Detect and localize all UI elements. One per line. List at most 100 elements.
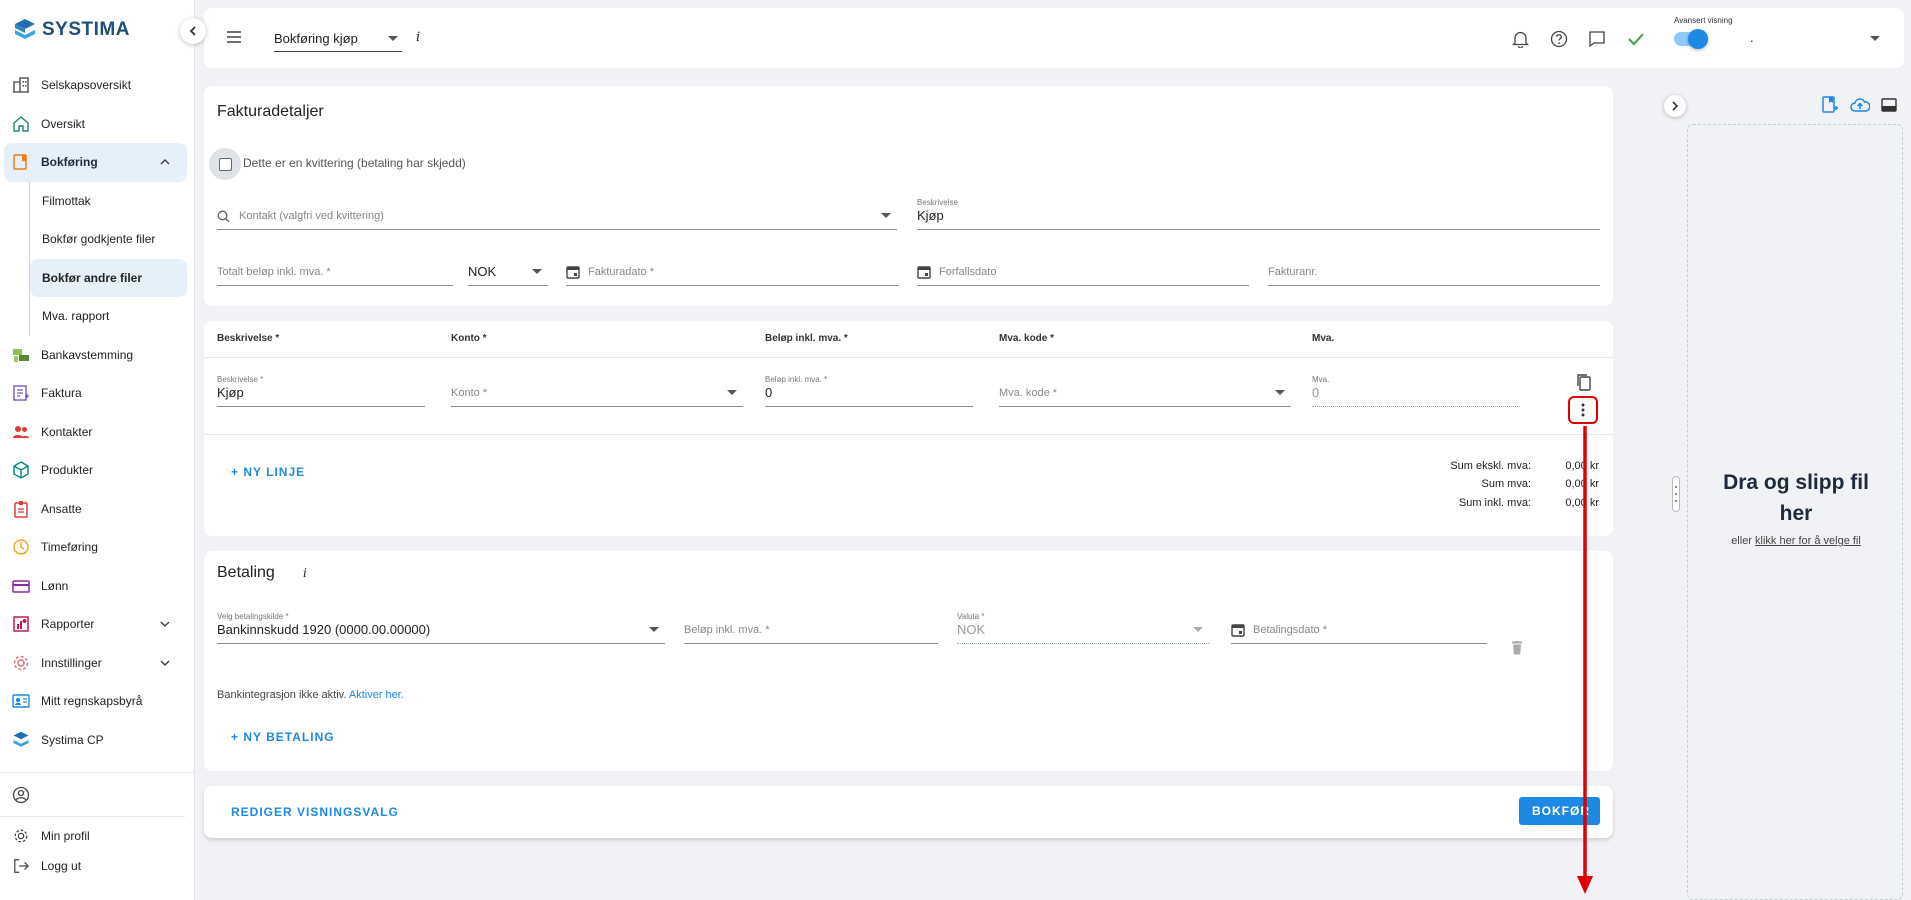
bell-icon[interactable]: [1512, 30, 1529, 48]
invoice-date-field[interactable]: Fakturadato *: [566, 252, 899, 286]
panel-layout-icon[interactable]: [1881, 98, 1897, 112]
new-payment-button[interactable]: + NY BETALING: [231, 730, 335, 744]
line-vat-code-select[interactable]: Mva. kode *: [999, 373, 1291, 407]
payment-date-field[interactable]: Betalingsdato *: [1231, 610, 1487, 644]
description-value: Kjøp: [917, 208, 944, 223]
receipt-checkbox-label[interactable]: Dette er en kvittering (betaling har skj…: [243, 156, 466, 170]
sidebar-item-oversikt[interactable]: Oversikt: [0, 105, 195, 144]
description-field[interactable]: Beskrivelse Kjøp: [917, 196, 1600, 230]
box-icon: [12, 461, 30, 480]
sidebar-item-label: Faktura: [41, 386, 82, 401]
sum-vat-label: Sum mva:: [1481, 478, 1531, 490]
line-description-field[interactable]: Beskrivelse * Kjøp: [217, 373, 425, 407]
payment-date-placeholder: Betalingsdato *: [1253, 624, 1327, 636]
sidebar-item-systima-cp[interactable]: Systima CP: [0, 721, 195, 760]
line-amount-field[interactable]: Beløp inkl. mva. * 0: [765, 373, 973, 407]
sidebar-subitem-bokfor-godkjente[interactable]: Bokfør godkjente filer: [0, 220, 195, 259]
calendar-icon: [917, 265, 931, 279]
sidebar-subitem-mva-rapport[interactable]: Mva. rapport: [0, 297, 195, 336]
payment-amount-field[interactable]: Beløp inkl. mva. *: [684, 610, 938, 644]
sidebar-item-label: Systima CP: [41, 732, 104, 747]
calendar-icon: [1231, 623, 1245, 637]
invoice-number-field[interactable]: Fakturanr.: [1268, 252, 1600, 286]
card-icon: [12, 577, 30, 595]
sidebar-item-mitt-regnskapsbyra[interactable]: Mitt regnskapsbyrå: [0, 682, 195, 721]
footer-card: REDIGER VISNINGSVALG BOKFØR: [204, 786, 1613, 838]
chevron-down-icon: [159, 618, 171, 630]
sidebar-item-produkter[interactable]: Produkter: [0, 451, 195, 490]
receipt-checkbox-ripple[interactable]: [209, 148, 241, 180]
invoice-icon: [12, 384, 30, 402]
currency-select[interactable]: NOK: [468, 252, 548, 286]
payment-source-value: Bankinnskudd 1920 (0000.00.00000): [217, 622, 431, 637]
payment-card: Betaling i Velg betalingskilde * Bankinn…: [204, 551, 1613, 771]
logout-link[interactable]: Logg ut: [0, 851, 195, 881]
sidebar-item-innstillinger[interactable]: Innstillinger: [0, 644, 195, 683]
dropdown-arrow-icon: [1870, 36, 1880, 42]
bank-integration-note: Bankintegrasjon ikke aktiv. Aktiver her.: [217, 689, 404, 701]
page-type-value: Bokføring kjøp: [274, 31, 358, 46]
line-account-select[interactable]: Konto *: [451, 373, 743, 407]
sum-incl-vat-label: Sum inkl. mva:: [1458, 497, 1531, 509]
invoice-lines-card: Beskrivelse * Konto * Beløp inkl. mva. *…: [204, 321, 1613, 536]
sidebar-item-bokforing[interactable]: Bokføring: [4, 143, 187, 182]
chat-icon[interactable]: [1588, 30, 1606, 48]
trash-icon[interactable]: [1511, 641, 1523, 655]
payment-source-select[interactable]: Velg betalingskilde * Bankinnskudd 1920 …: [217, 610, 665, 644]
sidebar-item-kontakter[interactable]: Kontakter: [0, 413, 195, 452]
menu-icon[interactable]: [226, 30, 242, 44]
choose-file-link[interactable]: klikk her for å velge fil: [1755, 535, 1861, 547]
copy-icon[interactable]: [1575, 373, 1591, 391]
user-circle-icon: [12, 786, 30, 804]
help-icon[interactable]: [1550, 30, 1568, 48]
add-document-icon[interactable]: [1822, 96, 1838, 114]
sidebar-item-rapporter[interactable]: Rapporter: [0, 605, 195, 644]
logo[interactable]: SYSTIMA: [14, 18, 130, 42]
gear-icon: [12, 654, 30, 672]
payment-currency-value: NOK: [957, 622, 986, 637]
sidebar-subitem-bokfor-andre[interactable]: Bokfør andre filer: [29, 258, 187, 297]
line-description-value: Kjøp: [217, 385, 244, 400]
user-select[interactable]: .: [1744, 26, 1884, 52]
resize-handle[interactable]: [1672, 476, 1680, 512]
receipt-checkbox[interactable]: [219, 158, 232, 171]
min-profil-link[interactable]: Min profil: [0, 821, 195, 851]
payment-info-icon[interactable]: i: [303, 566, 307, 580]
sidebar-item-label: Ansatte: [41, 501, 82, 516]
systima-icon: [12, 731, 30, 749]
user-account[interactable]: [0, 773, 185, 817]
invoice-details-title: Fakturadetaljer: [217, 103, 324, 120]
page-type-select[interactable]: Bokføring kjøp: [274, 26, 402, 52]
sidebar-item-label: Innstillinger: [41, 655, 102, 670]
line-account-placeholder: Konto *: [451, 387, 488, 399]
advanced-view-label: Avansert visning: [1674, 16, 1733, 25]
cloud-upload-icon[interactable]: [1850, 98, 1870, 112]
advanced-view-toggle[interactable]: [1674, 29, 1708, 49]
sidebar-subitem-filmottak[interactable]: Filmottak: [0, 181, 195, 221]
sidebar-item-lonn[interactable]: Lønn: [0, 567, 195, 606]
systima-logo-icon: [15, 19, 35, 39]
info-icon[interactable]: i: [416, 30, 420, 45]
contact-field[interactable]: Kontakt (valgfri ved kvittering): [217, 196, 897, 230]
file-upload-panel: Dra og slipp fil her eller klikk her for…: [1664, 86, 1911, 900]
file-dropzone[interactable]: Dra og slipp fil her eller klikk her for…: [1687, 124, 1903, 900]
sidebar-item-faktura[interactable]: Faktura: [0, 374, 195, 413]
line-vat-code-placeholder: Mva. kode *: [999, 387, 1058, 399]
expand-panel-button[interactable]: [1664, 95, 1686, 117]
due-date-field[interactable]: Forfallsdato: [917, 252, 1249, 286]
sidebar-item-selskapsoversikt[interactable]: Selskapsoversikt: [0, 66, 195, 105]
logout-label: Logg ut: [41, 859, 82, 873]
clock-icon: [12, 538, 30, 556]
sidebar-item-timeforing[interactable]: Timeføring: [0, 528, 195, 567]
reports-icon: [12, 615, 30, 633]
sidebar-item-label: Lønn: [41, 578, 69, 593]
new-line-button[interactable]: + NY LINJE: [231, 465, 305, 479]
more-options-button[interactable]: [1568, 396, 1598, 424]
edit-view-options-button[interactable]: REDIGER VISNINGSVALG: [231, 805, 399, 819]
collapse-sidebar-button[interactable]: [180, 18, 206, 44]
sidebar-item-bankavstemming[interactable]: Bankavstemming: [0, 336, 195, 375]
sidebar-item-ansatte[interactable]: Ansatte: [0, 490, 195, 529]
activate-bank-link[interactable]: Aktiver her.: [349, 689, 404, 701]
check-icon[interactable]: [1628, 32, 1644, 46]
total-amount-field[interactable]: Totalt beløp inkl. mva. *: [217, 252, 453, 286]
